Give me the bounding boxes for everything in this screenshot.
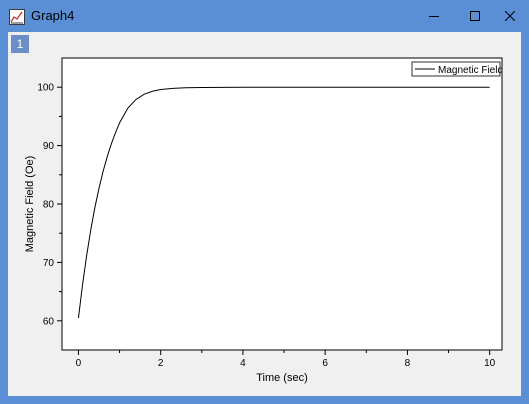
y-tick-label: 60: [43, 316, 55, 327]
graph-window-icon[interactable]: [9, 9, 25, 25]
close-button[interactable]: [491, 0, 529, 32]
minimize-button[interactable]: [415, 0, 453, 32]
maximize-icon: [470, 11, 480, 21]
maximize-button[interactable]: [456, 0, 494, 32]
graph-window: Graph4 1 0 2 4 6 8 10 60 70 80 90 100 Time (sec) M…: [0, 0, 529, 404]
x-tick-label: 0: [76, 358, 82, 369]
y-axis-title: Magnetic Field (Oe): [24, 156, 36, 253]
x-tick-label: 6: [322, 358, 328, 369]
x-axis-title: Time (sec): [256, 372, 308, 384]
x-tick-label: 4: [240, 358, 246, 369]
close-icon: [505, 11, 515, 21]
graph-page[interactable]: 1 0 2 4 6 8 10 60 70 80 90 100 Time (sec) Magnetic…: [8, 32, 521, 396]
chart: 0 2 4 6 8 10 60 70 80 90 100 Time (sec) Magnetic F…: [24, 57, 503, 384]
y-tick-label: 80: [43, 200, 55, 211]
y-tick-label: 70: [43, 258, 55, 269]
minimize-icon: [429, 16, 439, 17]
window-title: Graph4: [31, 8, 75, 23]
y-tick-label: 100: [37, 83, 54, 94]
legend-label-magnetic-field: Magnetic Field: [438, 65, 503, 76]
plot-area[interactable]: [61, 57, 503, 351]
title-bar[interactable]: Graph4: [0, 0, 529, 32]
legend[interactable]: Magnetic Field: [411, 61, 503, 77]
y-tick-label: 90: [43, 141, 55, 152]
x-tick-label: 2: [158, 358, 164, 369]
x-tick-label: 10: [484, 358, 496, 369]
x-tick-label: 8: [405, 358, 411, 369]
